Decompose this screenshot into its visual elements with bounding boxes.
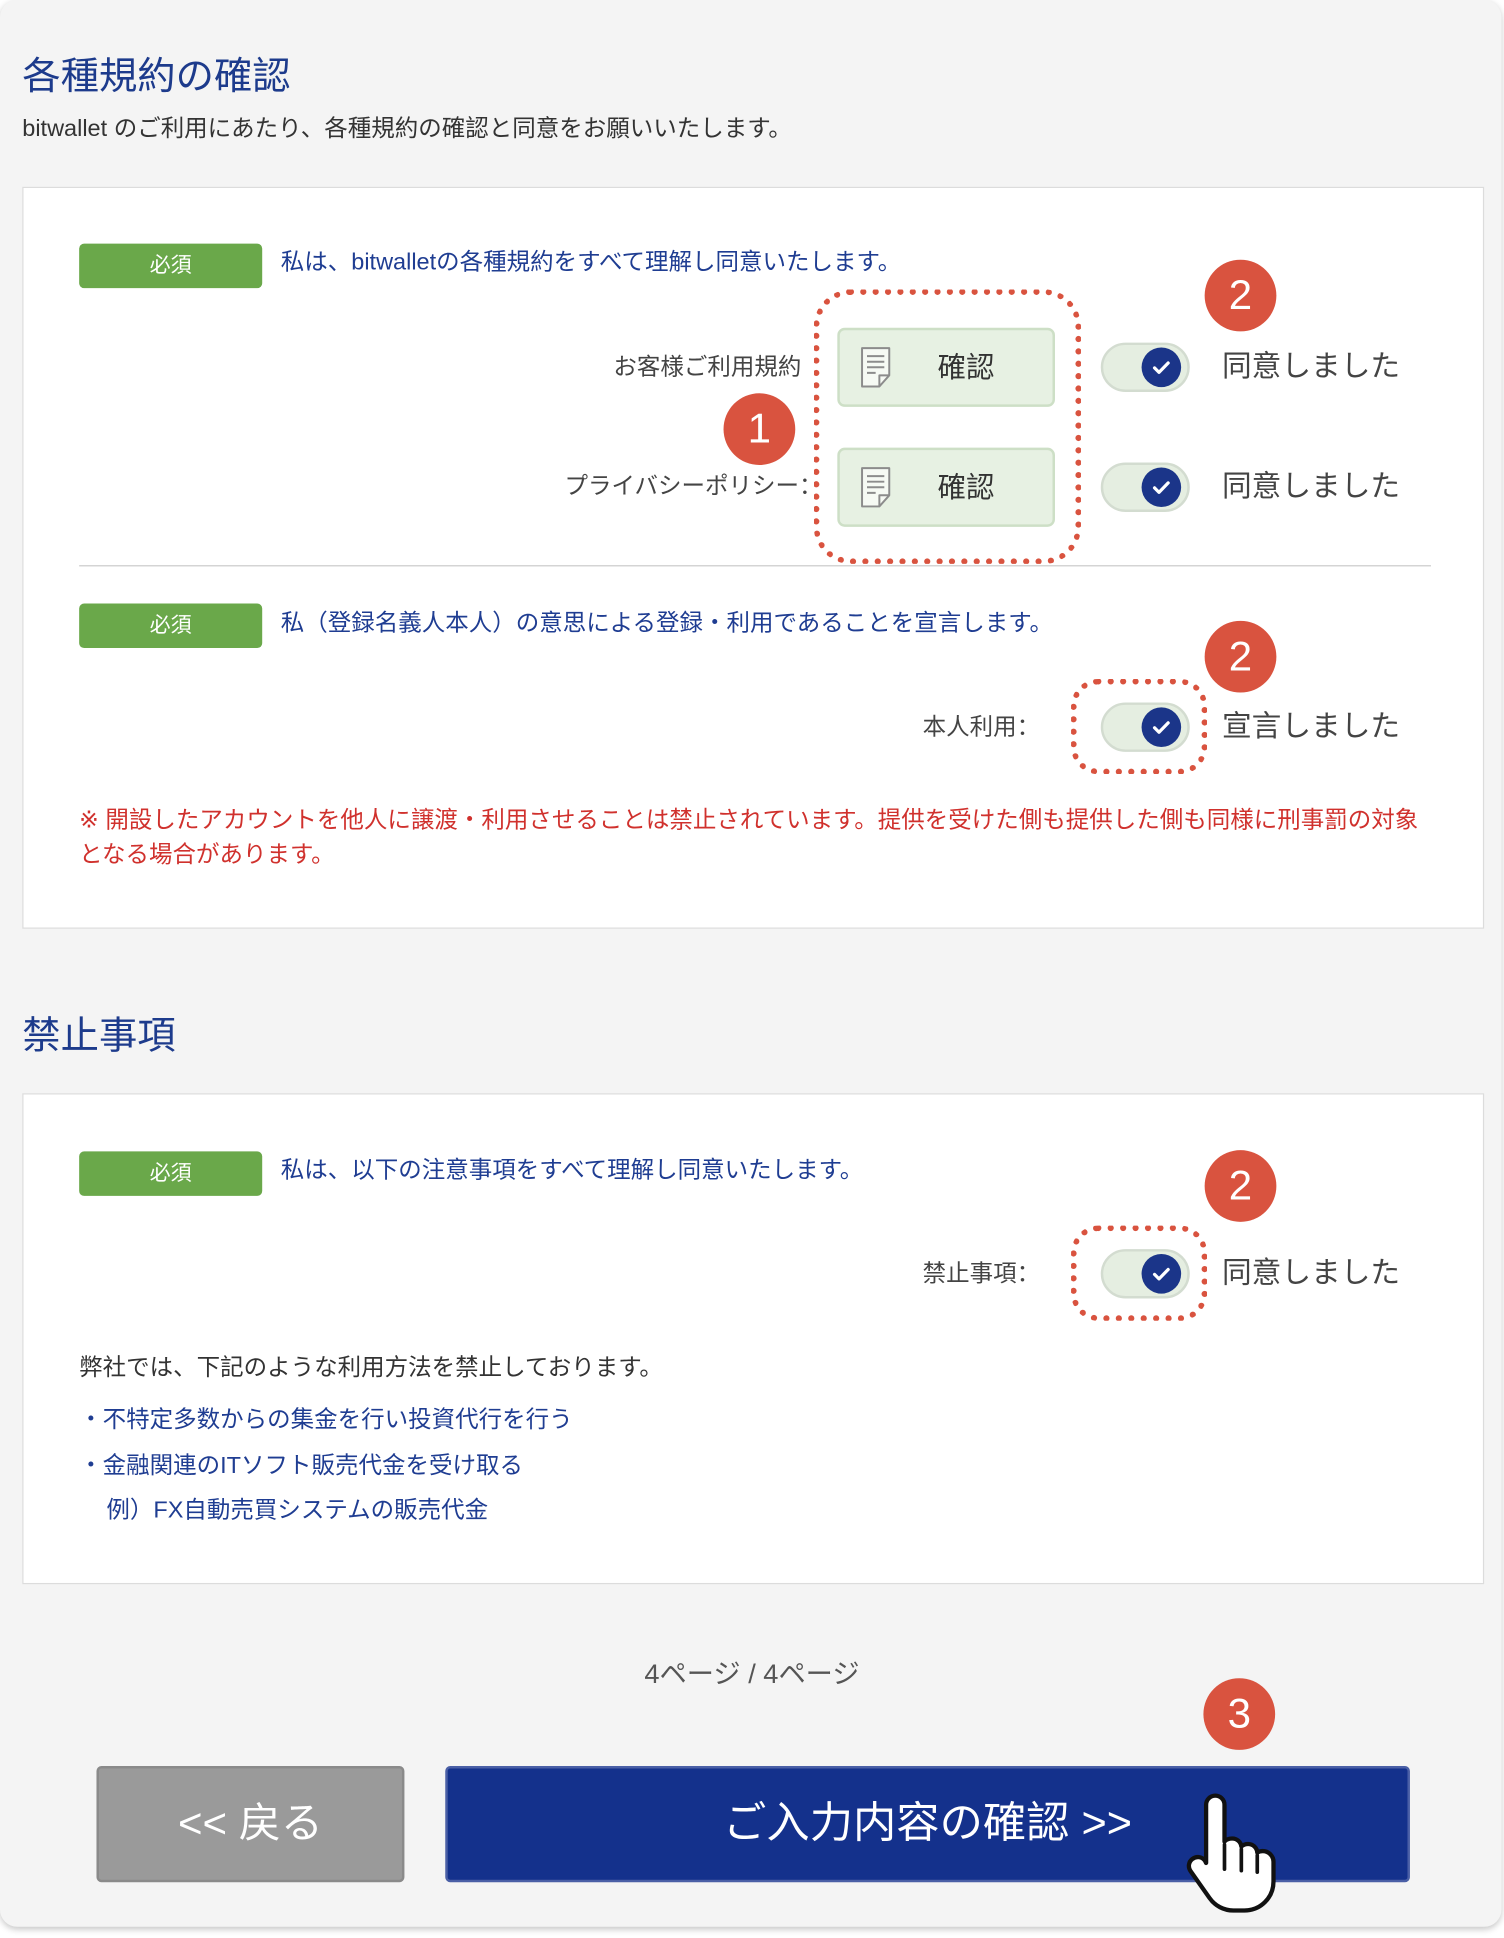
annotation-badge-1: 1 [723, 393, 796, 465]
required-badge: 必須 [79, 1151, 263, 1196]
terms-section-title: 各種規約の確認 [22, 54, 291, 98]
prohibited-statement: 私は、以下の注意事項をすべて理解し同意いたします。 [280, 1157, 864, 1184]
terms-agreement-statement: 私は、bitwalletの各種規約をすべて理解し同意いたします。 [280, 249, 902, 276]
annotation-badge-2: 2 [1204, 620, 1277, 693]
divider [79, 565, 1431, 567]
check-icon [1152, 361, 1170, 374]
user-terms-label: お客様ご利用規約 [613, 354, 802, 381]
user-terms-agree-toggle[interactable] [1100, 342, 1190, 393]
terms-box: 必須 私は、bitwalletの各種規約をすべて理解し同意いたします。 お客様ご… [22, 186, 1485, 929]
self-use-label: 本人利用： [922, 714, 1041, 741]
terms-section-description: bitwallet のご利用にあたり、各種規約の確認と同意をお願いいたします。 [22, 116, 792, 143]
user-terms-status: 同意しました [1221, 349, 1401, 384]
privacy-policy-status: 同意しました [1221, 469, 1401, 504]
toggle-knob [1141, 467, 1182, 508]
list-item: ・金融関連のITソフト販売代金を受け取る [79, 1453, 524, 1480]
back-button[interactable]: << 戻る [96, 1766, 405, 1883]
page-panel: 各種規約の確認 bitwallet のご利用にあたり、各種規約の確認と同意をお願… [0, 0, 1502, 1927]
page-indicator: 4ページ / 4ページ [644, 1658, 860, 1690]
required-badge: 必須 [79, 243, 263, 289]
pointer-hand-icon [1186, 1793, 1276, 1913]
stage: 各種規約の確認 bitwallet のご利用にあたり、各種規約の確認と同意をお願… [0, 0, 1504, 1938]
prohibited-label: 禁止事項： [922, 1261, 1041, 1288]
annotation-badge-3: 3 [1203, 1678, 1276, 1750]
toggle-knob [1141, 347, 1182, 388]
declaration-statement: 私（登録名義人本人）の意思による登録・利用であることを宣言します。 [280, 610, 1053, 637]
toggle-highlight [1071, 678, 1208, 775]
privacy-policy-label: プライバシーポリシー： [564, 473, 823, 500]
list-item-example: 例）FX自動売買システムの販売代金 [106, 1497, 489, 1524]
list-item: ・不特定多数からの集金を行い投資代行を行う [79, 1407, 573, 1434]
toggle-highlight [1071, 1225, 1208, 1321]
transfer-warning: ※ 開設したアカウントを他人に譲渡・利用させることは禁止されています。提供を受け… [79, 807, 1419, 869]
prohibited-status: 同意しました [1221, 1256, 1401, 1290]
self-use-status: 宣言しました [1221, 709, 1401, 744]
check-icon [1152, 481, 1170, 494]
annotation-badge-2: 2 [1204, 259, 1277, 332]
prohibited-box: 必須 私は、以下の注意事項をすべて理解し同意いたします。 禁止事項： 同意しまし… [22, 1093, 1485, 1585]
prohibited-section-title: 禁止事項 [22, 1014, 176, 1058]
required-badge: 必須 [79, 603, 263, 649]
annotation-badge-2: 2 [1204, 1150, 1277, 1222]
privacy-policy-agree-toggle[interactable] [1100, 462, 1190, 512]
prohibited-notice: 弊社では、下記のような利用方法を禁止しております。 [79, 1355, 663, 1382]
confirm-buttons-highlight [813, 289, 1081, 564]
